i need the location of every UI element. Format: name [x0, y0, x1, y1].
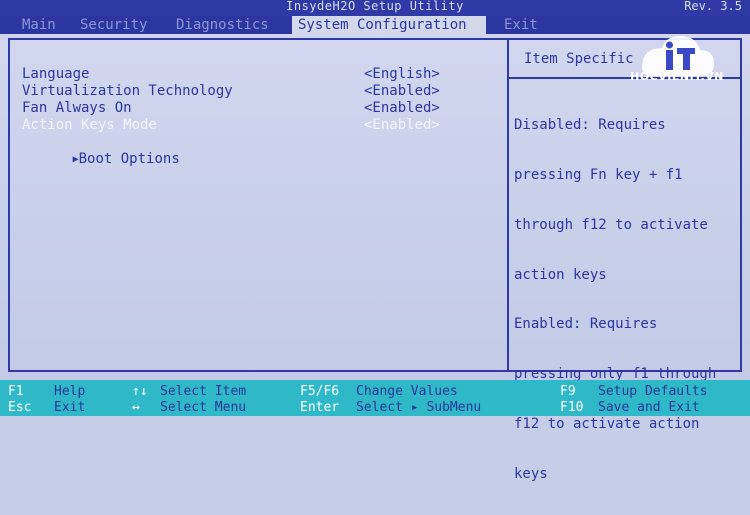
key-f10: F10 — [560, 400, 584, 415]
help-line: keys — [514, 465, 548, 482]
menu-item-exit[interactable]: Exit — [498, 16, 544, 34]
setting-value[interactable]: <English> — [364, 66, 440, 83]
key-f10-desc: Save and Exit — [598, 400, 700, 415]
menu-item-security[interactable]: Security — [74, 16, 153, 34]
setting-value[interactable]: <Enabled> — [364, 83, 440, 100]
setting-value[interactable]: <Enabled> — [364, 117, 440, 134]
panel-divider — [507, 38, 509, 372]
setting-label: Boot Options — [78, 151, 180, 167]
setting-label: Action Keys Mode — [22, 117, 157, 133]
help-line: pressing Fn key + f1 — [514, 166, 683, 183]
key-f5-f6: F5/F6 — [300, 384, 340, 399]
menu-item-system-configuration[interactable]: System Configuration — [292, 16, 486, 34]
menu-item-main[interactable]: Main — [16, 16, 62, 34]
key-up-down-desc: Select Item — [160, 384, 247, 399]
setting-value[interactable]: <Enabled> — [364, 100, 440, 117]
key-left-right: ↔ — [132, 400, 140, 415]
key-esc-desc: Exit — [54, 400, 86, 415]
key-f9-desc: Setup Defaults — [598, 384, 708, 399]
help-line: action keys — [514, 266, 607, 283]
menu-item-diagnostics[interactable]: Diagnostics — [170, 16, 275, 34]
help-line: Enabled: Requires — [514, 316, 658, 333]
revision-label: Rev. 3.5 — [684, 0, 742, 13]
help-line: through f12 to activate — [514, 216, 708, 233]
submenu-row: ▶Boot Options — [22, 134, 180, 185]
setting-language[interactable]: Language <English> — [22, 66, 492, 83]
help-text: Disabled: Requires pressing Fn key + f1 … — [514, 84, 736, 515]
key-enter-desc: Select ▸ SubMenu — [356, 400, 482, 415]
setting-boot-options[interactable]: ▶Boot Options — [22, 134, 492, 167]
key-f1: F1 — [8, 384, 24, 399]
setting-label: Virtualization Technology — [22, 83, 233, 99]
help-line: Disabled: Requires — [514, 117, 666, 134]
key-f9: F9 — [560, 384, 576, 399]
help-title: Item Specific — [524, 51, 634, 67]
key-f1-desc: Help — [54, 384, 86, 399]
watermark-text: HOCVIENIT.VN — [630, 70, 724, 83]
key-f5-f6-desc: Change Values — [356, 384, 458, 399]
setting-fan-always-on[interactable]: Fan Always On <Enabled> — [22, 100, 492, 117]
key-esc: Esc — [8, 400, 32, 415]
key-up-down: ↑↓ — [132, 384, 148, 399]
setting-label: Language — [22, 66, 90, 82]
setting-virtualization-technology[interactable]: Virtualization Technology <Enabled> — [22, 83, 492, 100]
help-line: f12 to activate action — [514, 415, 700, 432]
bios-screen: InsydeH2O Setup Utility Rev. 3.5 Main Se… — [0, 0, 750, 482]
key-left-right-desc: Select Menu — [160, 400, 247, 415]
key-enter: Enter — [300, 400, 340, 415]
app-title: InsydeH2O Setup Utility — [286, 0, 464, 13]
setting-label: Fan Always On — [22, 100, 132, 116]
setting-action-keys-mode[interactable]: Action Keys Mode <Enabled> — [22, 117, 492, 134]
